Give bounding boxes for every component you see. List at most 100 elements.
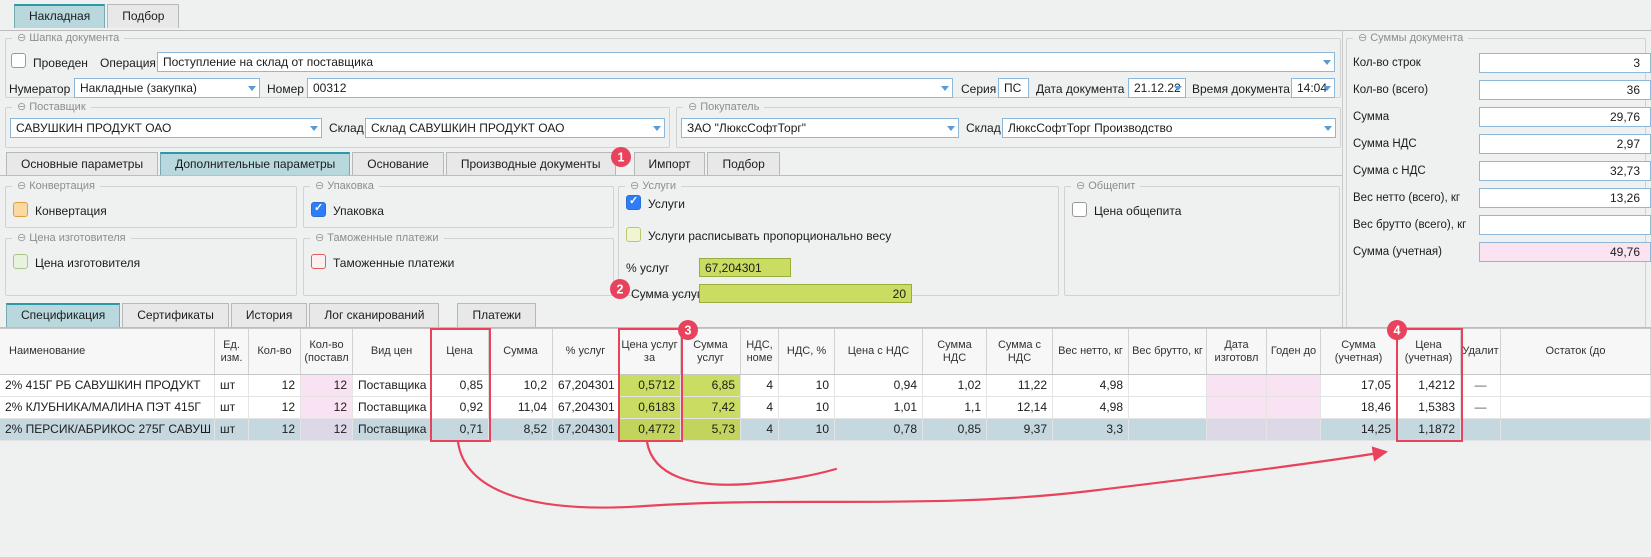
totals-value-field[interactable]: 13,26 <box>1479 188 1651 208</box>
operation-field[interactable]: Поступление на склад от поставщика <box>157 52 1335 72</box>
cell-1-6[interactable]: 11,04 <box>489 397 553 418</box>
cell-1-2[interactable]: 12 <box>249 397 301 418</box>
cell-2-16[interactable] <box>1129 419 1207 440</box>
cell-0-14[interactable]: 11,22 <box>987 375 1053 396</box>
services-percent-field[interactable]: 67,204301 <box>699 258 791 277</box>
collapse-icon[interactable]: ⊖ <box>688 101 697 113</box>
services-sum-field[interactable]: 20 <box>699 284 912 303</box>
column-header-20[interactable]: Цена (учетная) <box>1397 329 1461 374</box>
column-header-8[interactable]: Цена услуг за <box>619 329 681 374</box>
numerator-field[interactable]: Накладные (закупка) <box>74 78 260 98</box>
collapse-icon[interactable]: ⊖ <box>17 232 26 244</box>
tab-sertifikaty[interactable]: Сертификаты <box>122 303 229 327</box>
column-header-12[interactable]: Цена с НДС <box>835 329 923 374</box>
cell-0-13[interactable]: 1,02 <box>923 375 987 396</box>
cell-2-10[interactable]: 4 <box>741 419 779 440</box>
cell-1-12[interactable]: 1,01 <box>835 397 923 418</box>
cell-2-0[interactable]: 2% ПЕРСИК/АБРИКОС 275Г САВУШ <box>0 419 215 440</box>
tab-import[interactable]: Импорт <box>634 152 706 176</box>
cell-0-16[interactable] <box>1129 375 1207 396</box>
column-header-1[interactable]: Ед. изм. <box>215 329 249 374</box>
column-header-17[interactable]: Дата изготовл <box>1207 329 1267 374</box>
totals-value-field[interactable]: 49,76 <box>1479 242 1651 262</box>
tab-dopolnitelnye-parametry[interactable]: Дополнительные параметры <box>160 152 350 176</box>
doc-time-field[interactable]: 14:04 <box>1291 78 1335 98</box>
tab-podbor-param[interactable]: Подбор <box>707 152 779 176</box>
collapse-icon[interactable]: ⊖ <box>17 32 26 44</box>
cell-1-22[interactable] <box>1501 397 1651 418</box>
cell-1-8[interactable]: 0,6183 <box>619 397 681 418</box>
cell-1-11[interactable]: 10 <box>779 397 835 418</box>
cell-2-4[interactable]: Поставщика <box>353 419 431 440</box>
table-row-2[interactable]: 2% ПЕРСИК/АБРИКОС 275Г САВУШшт1212Постав… <box>0 419 1651 441</box>
cell-2-12[interactable]: 0,78 <box>835 419 923 440</box>
cell-2-14[interactable]: 9,37 <box>987 419 1053 440</box>
cell-0-17[interactable] <box>1207 375 1267 396</box>
cell-2-3[interactable]: 12 <box>301 419 353 440</box>
tab-log-skanirovaniy[interactable]: Лог сканирований <box>309 303 439 327</box>
services-checkbox[interactable] <box>626 195 641 210</box>
tab-podbor[interactable]: Подбор <box>107 4 179 28</box>
cell-2-8[interactable]: 0,4772 <box>619 419 681 440</box>
cell-1-14[interactable]: 12,14 <box>987 397 1053 418</box>
cell-2-18[interactable] <box>1267 419 1321 440</box>
catering-checkbox[interactable] <box>1072 202 1087 217</box>
column-header-7[interactable]: % услуг <box>553 329 619 374</box>
cell-0-12[interactable]: 0,94 <box>835 375 923 396</box>
cell-0-2[interactable]: 12 <box>249 375 301 396</box>
cell-0-10[interactable]: 4 <box>741 375 779 396</box>
cell-0-6[interactable]: 10,2 <box>489 375 553 396</box>
cell-2-7[interactable]: 67,204301 <box>553 419 619 440</box>
cell-2-19[interactable]: 14,25 <box>1321 419 1397 440</box>
cell-2-5[interactable]: 0,71 <box>431 419 489 440</box>
cell-1-20[interactable]: 1,5383 <box>1397 397 1461 418</box>
cell-2-22[interactable] <box>1501 419 1651 440</box>
number-field[interactable]: 00312 <box>307 78 953 98</box>
column-header-16[interactable]: Вес брутто, кг <box>1129 329 1207 374</box>
cell-1-18[interactable] <box>1267 397 1321 418</box>
supplier-name-field[interactable]: САВУШКИН ПРОДУКТ ОАО <box>10 118 322 138</box>
cell-1-15[interactable]: 4,98 <box>1053 397 1129 418</box>
column-header-3[interactable]: Кол-во (поставл <box>301 329 353 374</box>
manufacturer-price-checkbox[interactable] <box>13 254 28 269</box>
cell-0-7[interactable]: 67,204301 <box>553 375 619 396</box>
column-header-10[interactable]: НДС, номе <box>741 329 779 374</box>
collapse-icon[interactable]: ⊖ <box>630 180 639 192</box>
column-header-5[interactable]: Цена <box>431 329 489 374</box>
tab-platezhi[interactable]: Платежи <box>457 303 536 327</box>
totals-value-field[interactable]: 3 <box>1479 53 1651 73</box>
cell-2-9[interactable]: 5,73 <box>681 419 741 440</box>
column-header-15[interactable]: Вес нетто, кг <box>1053 329 1129 374</box>
cell-0-18[interactable] <box>1267 375 1321 396</box>
cell-2-1[interactable]: шт <box>215 419 249 440</box>
cell-1-4[interactable]: Поставщика <box>353 397 431 418</box>
tab-istoriya[interactable]: История <box>231 303 308 327</box>
proveden-checkbox[interactable] <box>11 53 26 68</box>
totals-value-field[interactable]: 36 <box>1479 80 1651 100</box>
services-proportional-checkbox[interactable] <box>626 227 641 242</box>
tab-osnovnye-parametry[interactable]: Основные параметры <box>6 152 158 176</box>
cell-0-4[interactable]: Поставщика <box>353 375 431 396</box>
column-header-4[interactable]: Вид цен <box>353 329 431 374</box>
cell-0-8[interactable]: 0,5712 <box>619 375 681 396</box>
cell-0-21[interactable]: — <box>1461 375 1501 396</box>
cell-1-10[interactable]: 4 <box>741 397 779 418</box>
doc-date-field[interactable]: 21.12.22 <box>1128 78 1186 98</box>
cell-0-9[interactable]: 6,85 <box>681 375 741 396</box>
column-header-11[interactable]: НДС, % <box>779 329 835 374</box>
table-row-1[interactable]: 2% КЛУБНИКА/МАЛИНА ПЭТ 415Гшт1212Поставщ… <box>0 397 1651 419</box>
buyer-warehouse-field[interactable]: ЛюксСофтТорг Производство <box>1002 118 1336 138</box>
totals-value-field[interactable]: 2,97 <box>1479 134 1651 154</box>
buyer-name-field[interactable]: ЗАО "ЛюксСофтТорг" <box>681 118 959 138</box>
totals-value-field[interactable] <box>1479 215 1651 235</box>
conversion-checkbox[interactable] <box>13 202 28 217</box>
cell-2-2[interactable]: 12 <box>249 419 301 440</box>
cell-2-15[interactable]: 3,3 <box>1053 419 1129 440</box>
collapse-icon[interactable]: ⊖ <box>315 180 324 192</box>
customs-checkbox[interactable] <box>311 254 326 269</box>
collapse-icon[interactable]: ⊖ <box>17 101 26 113</box>
collapse-icon[interactable]: ⊖ <box>315 232 324 244</box>
cell-1-0[interactable]: 2% КЛУБНИКА/МАЛИНА ПЭТ 415Г <box>0 397 215 418</box>
column-header-14[interactable]: Сумма с НДС <box>987 329 1053 374</box>
supplier-warehouse-field[interactable]: Склад САВУШКИН ПРОДУКТ ОАО <box>365 118 665 138</box>
